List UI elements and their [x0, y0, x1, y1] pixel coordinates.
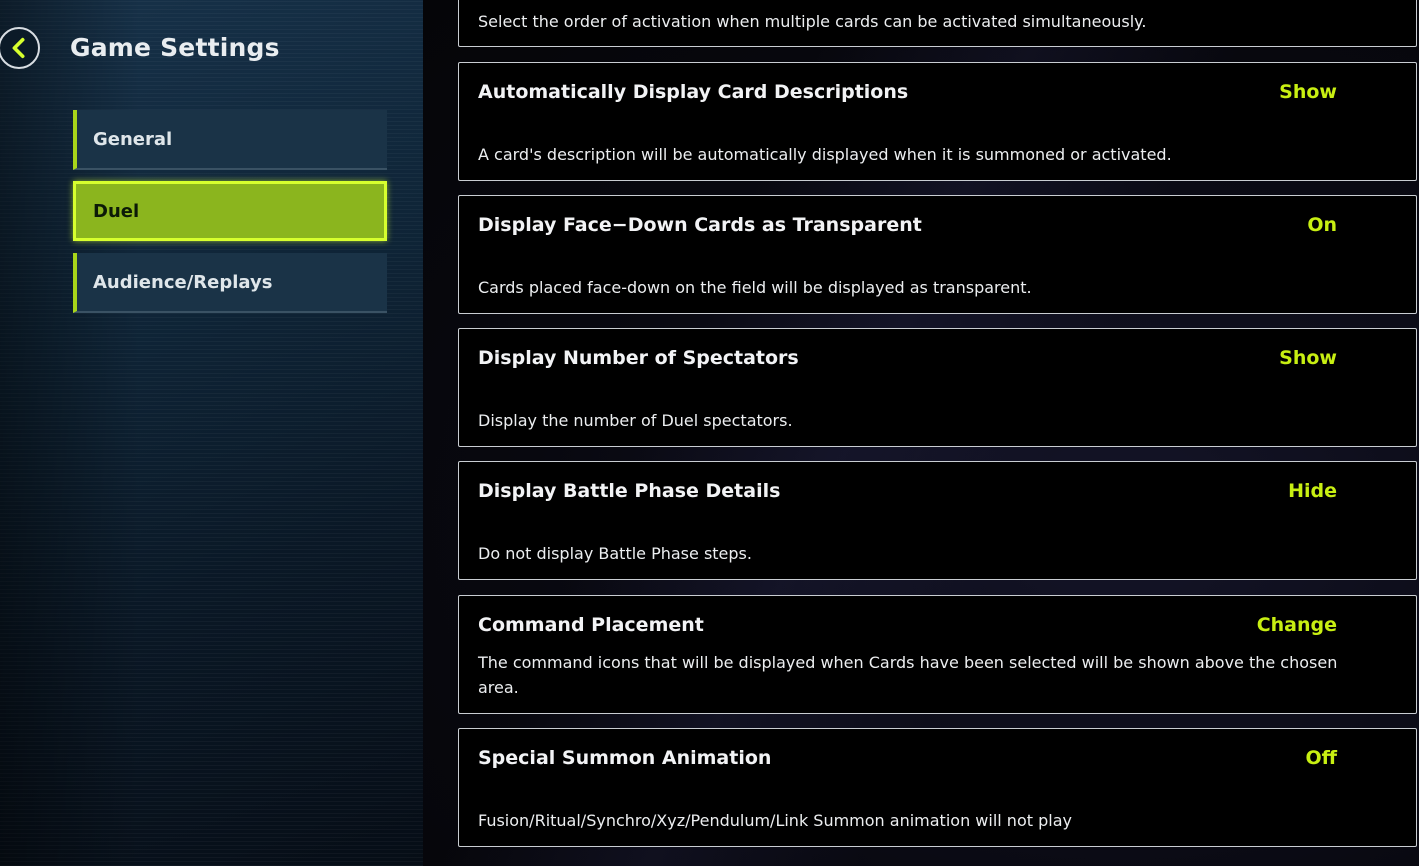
setting-card-auto-display-descriptions[interactable]: Automatically Display Card Descriptions …	[458, 62, 1417, 181]
sidebar-item-duel[interactable]: Duel	[73, 181, 387, 241]
chevron-left-icon	[12, 37, 25, 59]
setting-card-command-placement[interactable]: Command Placement Change The command ico…	[458, 595, 1417, 714]
sidebar: Game Settings General Duel Audience/Repl…	[0, 0, 423, 866]
setting-title: Display Battle Phase Details	[478, 480, 781, 502]
setting-value[interactable]: Show	[1279, 81, 1337, 103]
setting-value[interactable]: Show	[1279, 347, 1337, 369]
sidebar-item-general[interactable]: General	[73, 110, 387, 170]
setting-description: A card's description will be automatical…	[478, 145, 1172, 164]
setting-value[interactable]: Change	[1257, 614, 1337, 636]
setting-title: Display Face−Down Cards as Transparent	[478, 214, 922, 236]
setting-title: Automatically Display Card Descriptions	[478, 81, 909, 103]
setting-description: Do not display Battle Phase steps.	[478, 544, 752, 563]
setting-card-activation-order[interactable]: Select the order of activation when mult…	[458, 0, 1417, 47]
setting-card-number-of-spectators[interactable]: Display Number of Spectators Show Displa…	[458, 328, 1417, 447]
setting-title: Special Summon Animation	[478, 747, 772, 769]
setting-description: Fusion/Ritual/Synchro/Xyz/Pendulum/Link …	[478, 811, 1072, 830]
setting-value[interactable]: On	[1307, 214, 1337, 236]
settings-panel: Select the order of activation when mult…	[423, 0, 1419, 866]
page-title: Game Settings	[70, 33, 280, 62]
setting-description: Cards placed face-down on the field will…	[478, 278, 1032, 297]
setting-card-battle-phase-details[interactable]: Display Battle Phase Details Hide Do not…	[458, 461, 1417, 580]
sidebar-item-audience-replays[interactable]: Audience/Replays	[73, 253, 387, 313]
setting-description: The command icons that will be displayed…	[478, 653, 1338, 697]
setting-title: Command Placement	[478, 614, 704, 636]
setting-value[interactable]: Off	[1305, 747, 1337, 769]
setting-value[interactable]: Hide	[1288, 480, 1337, 502]
setting-title: Display Number of Spectators	[478, 347, 799, 369]
setting-description: Display the number of Duel spectators.	[478, 411, 793, 430]
setting-card-face-down-transparent[interactable]: Display Face−Down Cards as Transparent O…	[458, 195, 1417, 314]
back-button[interactable]	[0, 27, 40, 69]
setting-description: Select the order of activation when mult…	[478, 12, 1147, 31]
setting-card-special-summon-animation[interactable]: Special Summon Animation Off Fusion/Ritu…	[458, 728, 1417, 847]
